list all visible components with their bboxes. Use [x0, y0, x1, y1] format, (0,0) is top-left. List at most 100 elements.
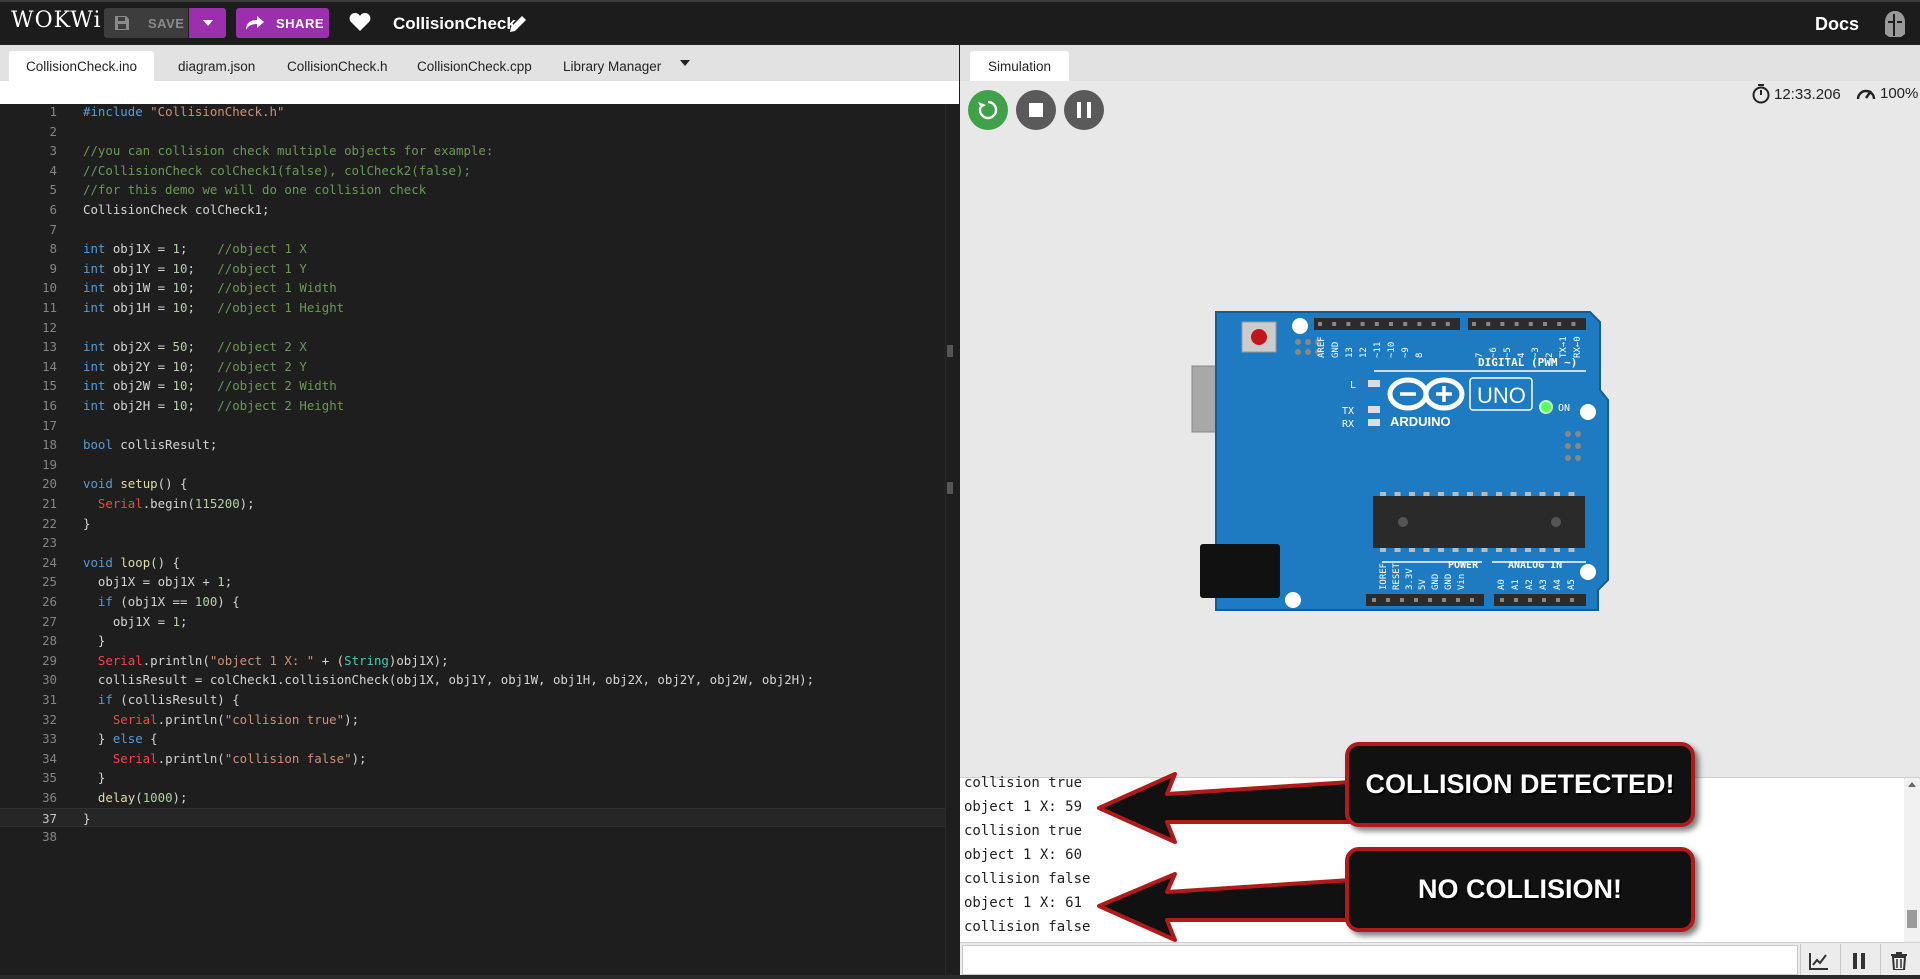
code-text[interactable]: void loop() {	[83, 553, 180, 572]
code-line[interactable]: 13 int obj2X = 50; //object 2 X	[0, 337, 945, 356]
code-line[interactable]: 16 int obj2H = 10; //object 2 Height	[0, 396, 945, 415]
code-text[interactable]: delay(1000);	[83, 788, 188, 807]
code-text[interactable]: //CollisionCheck colCheck1(false), colCh…	[83, 161, 471, 180]
code-line[interactable]: 10 int obj1W = 10; //object 1 Width	[0, 278, 945, 297]
code-text[interactable]: CollisionCheck colCheck1;	[83, 200, 270, 219]
code-line[interactable]: 27 obj1X = 1;	[0, 612, 945, 631]
power-header[interactable]	[1366, 594, 1484, 606]
editor-scrollbar[interactable]	[945, 104, 959, 979]
code-line[interactable]: 1 #include "CollisionCheck.h"	[0, 102, 945, 121]
project-title[interactable]: CollisionCheck	[393, 14, 516, 34]
serial-scrollbar[interactable]	[1904, 778, 1920, 942]
avatar-icon[interactable]	[1882, 10, 1908, 38]
arduino-uno-board[interactable]: AREF GND 13 12 ~11 ~10 ~9 8 7 ~6 ~5 4 ~3 2 TX→1 RX←0 DI…	[1190, 310, 1610, 620]
code-line[interactable]: 18 bool collisResult;	[0, 435, 945, 454]
code-line[interactable]: 28 }	[0, 631, 945, 650]
code-text[interactable]: int obj1H = 10; //object 1 Height	[83, 298, 344, 317]
tab-collisioncheck-cpp[interactable]: CollisionCheck.cpp	[400, 51, 549, 81]
code-line[interactable]: 7	[0, 220, 945, 239]
plotter-button[interactable]	[1800, 944, 1836, 977]
code-line[interactable]: 33 } else {	[0, 729, 945, 748]
code-text[interactable]: int obj1X = 1; //object 1 X	[83, 239, 307, 258]
stop-simulation-button[interactable]	[1016, 90, 1056, 130]
code-line[interactable]: 20 void setup() {	[0, 474, 945, 493]
code-text[interactable]: if (obj1X == 100) {	[83, 592, 240, 611]
tab-collisioncheck-ino[interactable]: CollisionCheck.ino	[9, 51, 155, 81]
restart-simulation-button[interactable]	[968, 90, 1008, 130]
save-button[interactable]: SAVE	[104, 8, 188, 38]
scrollbar-thumb[interactable]	[1907, 910, 1917, 928]
pause-simulation-button[interactable]	[1064, 90, 1104, 130]
scroll-up-icon[interactable]	[1908, 782, 1916, 787]
code-line[interactable]: 34 Serial.println("collision false");	[0, 749, 945, 768]
code-text[interactable]: int obj2H = 10; //object 2 Height	[83, 396, 344, 415]
save-dropdown-button[interactable]	[189, 8, 226, 38]
code-line[interactable]: 15 int obj2W = 10; //object 2 Width	[0, 376, 945, 395]
code-text[interactable]: int obj2Y = 10; //object 2 Y	[83, 357, 307, 376]
code-text[interactable]: Serial.println("object 1 X: " + (String)…	[83, 651, 449, 670]
code-text[interactable]: int obj2W = 10; //object 2 Width	[83, 376, 337, 395]
code-line[interactable]: 31 if (collisResult) {	[0, 690, 945, 709]
code-line[interactable]: 30 collisResult = colCheck1.collisionChe…	[0, 670, 945, 689]
tab-library-manager[interactable]: Library Manager	[546, 51, 678, 81]
code-line[interactable]: 32 Serial.println("collision true");	[0, 710, 945, 729]
digital-header-right[interactable]	[1468, 318, 1586, 330]
code-text[interactable]: }	[83, 809, 90, 828]
tab-menu-caret-icon[interactable]	[680, 60, 690, 66]
code-line[interactable]: 3 //you can collision check multiple obje…	[0, 141, 945, 160]
code-line[interactable]: 8 int obj1X = 1; //object 1 X	[0, 239, 945, 258]
pause-serial-button[interactable]	[1840, 944, 1876, 977]
code-text[interactable]: }	[83, 768, 105, 787]
code-text[interactable]: //you can collision check multiple objec…	[83, 141, 493, 160]
code-line[interactable]: 9 int obj1Y = 10; //object 1 Y	[0, 259, 945, 278]
tab-simulation[interactable]: Simulation	[970, 51, 1069, 81]
code-text[interactable]: int obj2X = 50; //object 2 X	[83, 337, 307, 356]
code-line[interactable]: 11 int obj1H = 10; //object 1 Height	[0, 298, 945, 317]
share-button[interactable]: SHARE	[236, 8, 329, 38]
code-line[interactable]: 26 if (obj1X == 100) {	[0, 592, 945, 611]
code-line[interactable]: 5 //for this demo we will do one collisio…	[0, 180, 945, 199]
code-text[interactable]: }	[83, 631, 105, 650]
code-text[interactable]: Serial.println("collision true");	[83, 710, 359, 729]
code-line[interactable]: 19	[0, 455, 945, 474]
code-line[interactable]: 22}	[0, 514, 945, 533]
code-line[interactable]: 21 Serial.begin(115200);	[0, 494, 945, 513]
code-line[interactable]: 36 delay(1000);	[0, 788, 945, 807]
code-line[interactable]: 37}	[0, 807, 945, 828]
code-text[interactable]: //for this demo we will do one collision…	[83, 180, 426, 199]
code-text[interactable]: Serial.begin(115200);	[83, 494, 255, 513]
code-line[interactable]: 38	[0, 827, 945, 846]
code-line[interactable]: 35 }	[0, 768, 945, 787]
code-line[interactable]: 23	[0, 533, 945, 552]
tab-diagram-json[interactable]: diagram.json	[161, 51, 272, 81]
code-text[interactable]: Serial.println("collision false");	[83, 749, 367, 768]
code-line[interactable]: 6 CollisionCheck colCheck1;	[0, 200, 945, 219]
code-text[interactable]: int obj1W = 10; //object 1 Width	[83, 278, 337, 297]
code-line[interactable]: 4 //CollisionCheck colCheck1(false), colC…	[0, 161, 945, 180]
code-text[interactable]: bool collisResult;	[83, 435, 217, 454]
code-text[interactable]: collisResult = colCheck1.collisionCheck(…	[83, 670, 814, 689]
code-text[interactable]: } else {	[83, 729, 158, 748]
code-line[interactable]: 25 obj1X = obj1X + 1;	[0, 572, 945, 591]
code-line[interactable]: 12	[0, 318, 945, 337]
code-line[interactable]: 29 Serial.println("object 1 X: " + (Stri…	[0, 651, 945, 670]
code-line[interactable]: 24 void loop() {	[0, 553, 945, 572]
code-line[interactable]: 2	[0, 122, 945, 141]
code-line[interactable]: 17	[0, 416, 945, 435]
wokwi-logo[interactable]: WOKWi	[11, 8, 102, 33]
code-text[interactable]: void setup() {	[83, 474, 187, 493]
code-line[interactable]: 14 int obj2Y = 10; //object 2 Y	[0, 357, 945, 376]
code-editor[interactable]: 1 #include "CollisionCheck.h" 2 3//you can …	[0, 104, 959, 979]
code-text[interactable]: obj1X = obj1X + 1;	[83, 572, 232, 591]
tab-collisioncheck-h[interactable]: CollisionCheck.h	[270, 51, 405, 81]
heart-icon[interactable]	[349, 12, 371, 32]
code-text[interactable]: if (collisResult) {	[83, 690, 240, 709]
code-text[interactable]: }	[83, 514, 90, 533]
serial-input[interactable]	[962, 945, 1798, 975]
pencil-icon[interactable]	[508, 14, 528, 34]
code-text[interactable]: obj1X = 1;	[83, 612, 188, 631]
code-text[interactable]: #include "CollisionCheck.h"	[83, 102, 284, 121]
code-text[interactable]: int obj1Y = 10; //object 1 Y	[83, 259, 307, 278]
reset-button-cap[interactable]	[1251, 329, 1267, 345]
clear-serial-button[interactable]	[1880, 944, 1916, 977]
